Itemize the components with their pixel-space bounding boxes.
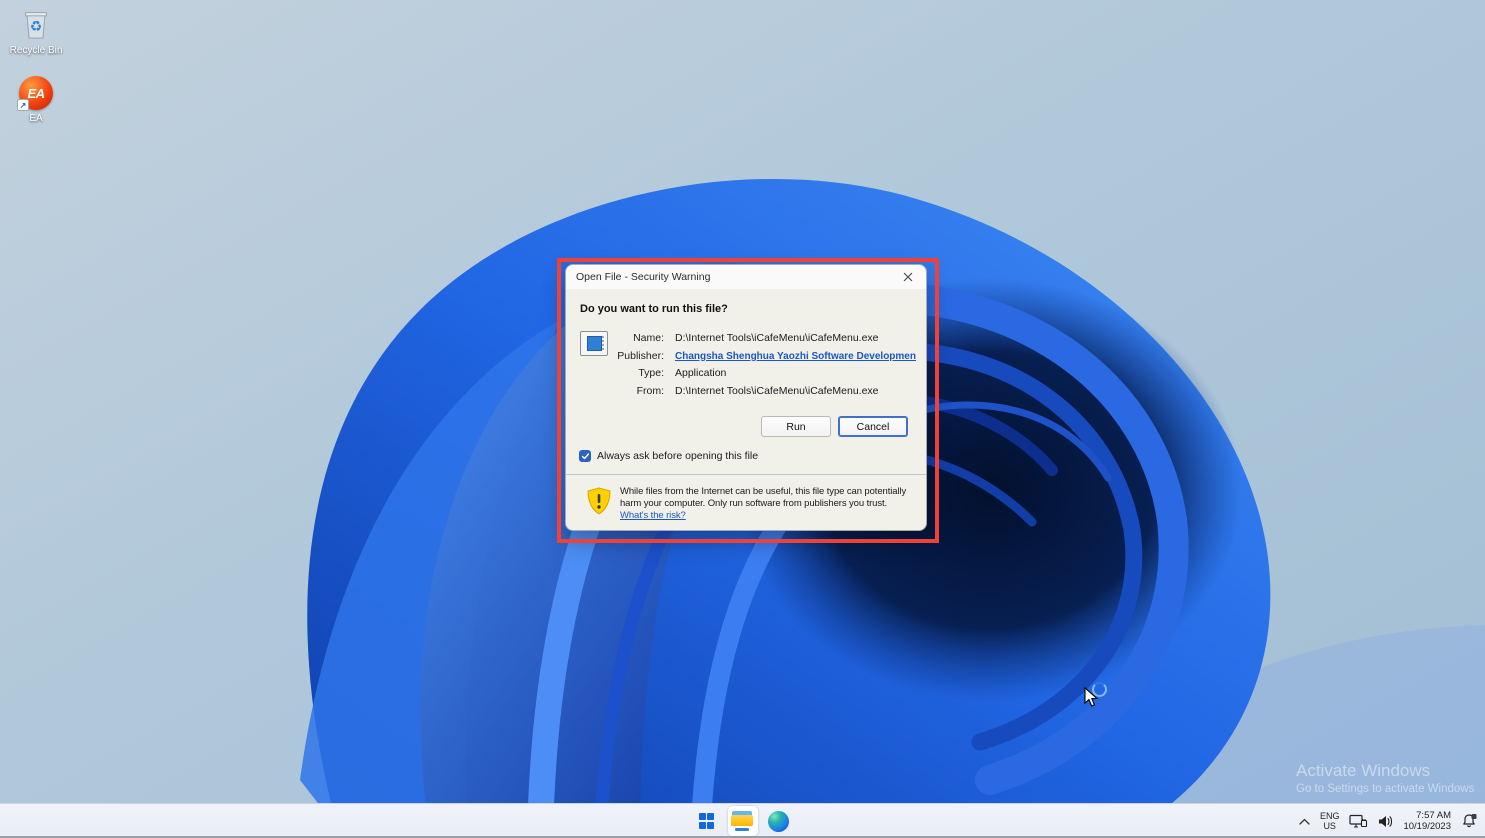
from-value: D:\Internet Tools\iCafeMenu\iCafeMenu.ex…: [675, 385, 916, 397]
dialog-titlebar[interactable]: Open File - Security Warning: [566, 265, 926, 289]
windows-logo-icon: [699, 813, 715, 829]
desktop-icon-label: EA: [29, 113, 42, 124]
name-label: Name:: [580, 332, 664, 344]
close-icon[interactable]: [900, 269, 916, 285]
desktop-icon-label: Recycle Bin: [10, 45, 63, 56]
from-label: From:: [580, 385, 664, 397]
taskbar: ENG US 7:57 AM 10/19/2023: [0, 803, 1485, 838]
desktop: ♻ Recycle Bin EA ↗ EA Open File - Securi…: [0, 0, 1485, 838]
shortcut-arrow-icon: ↗: [17, 99, 29, 111]
desktop-icon-ea[interactable]: EA ↗ EA: [0, 76, 72, 124]
notification-bell-icon[interactable]: [1461, 813, 1477, 829]
publisher-label: Publisher:: [580, 350, 664, 362]
security-warning-dialog: Open File - Security Warning Do you want…: [565, 264, 927, 531]
type-label: Type:: [580, 367, 664, 379]
file-explorer-icon: [731, 811, 755, 831]
dialog-heading: Do you want to run this file?: [580, 303, 728, 315]
clock[interactable]: 7:57 AM 10/19/2023: [1403, 810, 1451, 832]
always-ask-checkbox[interactable]: [579, 450, 591, 462]
edge-browser-icon: [768, 811, 789, 832]
whats-the-risk-link[interactable]: What's the risk?: [620, 510, 686, 522]
file-detail-fields: Name: D:\Internet Tools\iCafeMenu\iCafeM…: [580, 332, 916, 397]
file-explorer-button[interactable]: [728, 806, 758, 836]
network-icon[interactable]: [1349, 814, 1368, 829]
run-button[interactable]: Run: [761, 416, 831, 437]
recycle-bin-icon: ♻: [18, 6, 54, 42]
name-value: D:\Internet Tools\iCafeMenu\iCafeMenu.ex…: [675, 332, 916, 344]
start-button[interactable]: [692, 806, 722, 836]
dialog-divider: [566, 474, 926, 475]
publisher-link[interactable]: Changsha Shenghua Yaozhi Software Develo…: [675, 351, 916, 362]
cancel-button[interactable]: Cancel: [838, 416, 908, 437]
always-ask-label: Always ask before opening this file: [597, 450, 758, 462]
checkmark-icon: [581, 452, 590, 461]
svg-text:♻: ♻: [30, 19, 43, 35]
warning-text: While files from the Internet can be use…: [620, 486, 918, 522]
warning-shield-icon: [586, 487, 612, 515]
edge-button[interactable]: [764, 806, 794, 836]
desktop-icon-recycle-bin[interactable]: ♻ Recycle Bin: [0, 6, 72, 56]
language-indicator[interactable]: ENG US: [1320, 811, 1340, 831]
system-tray: ENG US 7:57 AM 10/19/2023: [1299, 804, 1477, 838]
speaker-icon[interactable]: [1378, 815, 1393, 828]
tray-time: 7:57 AM: [1403, 810, 1451, 821]
tray-chevron-up-icon[interactable]: [1299, 818, 1310, 825]
dialog-title: Open File - Security Warning: [576, 271, 900, 283]
tray-date: 10/19/2023: [1403, 821, 1451, 832]
type-value: Application: [675, 367, 916, 379]
